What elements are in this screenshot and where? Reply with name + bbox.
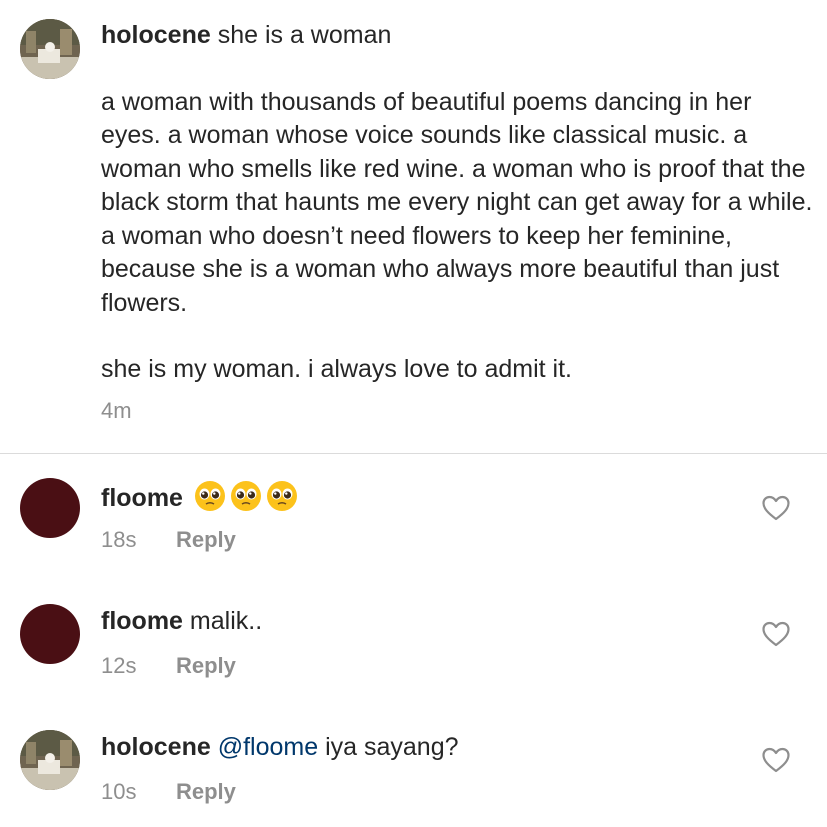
- pleading-face-emoji-1: [194, 480, 226, 512]
- comment-3-like-heart-icon[interactable]: [762, 747, 790, 773]
- comment-2-text: malik..: [189, 607, 263, 635]
- comment-2-username[interactable]: floome: [101, 607, 183, 635]
- caption: holocene she is a woman a woman with tho…: [101, 19, 816, 387]
- comment-1-line: floome: [101, 480, 298, 513]
- comment-3-line: holocene @floome iya sayang?: [101, 732, 459, 762]
- comment-3-mention-link[interactable]: @floome: [218, 733, 318, 761]
- divider: [0, 453, 827, 454]
- comment-3-text: iya sayang?: [325, 733, 459, 761]
- caption-username[interactable]: holocene: [101, 21, 211, 49]
- comment-1-reply-button[interactable]: Reply: [176, 527, 236, 553]
- comment-2-reply-button[interactable]: Reply: [176, 653, 236, 679]
- floome-avatar[interactable]: [20, 478, 80, 538]
- comment-2-like-heart-icon[interactable]: [762, 621, 790, 647]
- caption-first-line: holocene she is a woman: [101, 19, 816, 53]
- caption-timestamp: 4m: [101, 398, 132, 423]
- caption-first-text: she is a woman: [217, 21, 392, 49]
- caption-closing: she is my woman. i always love to admit …: [101, 355, 572, 383]
- comment-1-timestamp: 18s: [101, 527, 137, 552]
- caption-body: a woman with thousands of beautiful poem…: [101, 87, 813, 317]
- comment-2-line: floome malik..: [101, 606, 262, 636]
- holocene-avatar[interactable]: [20, 730, 80, 790]
- comment-3-reply-button[interactable]: Reply: [176, 779, 236, 805]
- comment-1-like-heart-icon[interactable]: [762, 495, 790, 521]
- comment-3-username[interactable]: holocene: [101, 733, 211, 761]
- floome-avatar[interactable]: [20, 604, 80, 664]
- comments-screen: holocene she is a woman a woman with tho…: [0, 0, 827, 827]
- comment-1-username[interactable]: floome: [101, 484, 183, 512]
- pleading-face-emoji-3: [266, 480, 298, 512]
- comment-2-timestamp: 12s: [101, 653, 137, 678]
- holocene-avatar[interactable]: [20, 19, 80, 79]
- comment-3-timestamp: 10s: [101, 779, 137, 804]
- pleading-face-emoji-2: [230, 480, 262, 512]
